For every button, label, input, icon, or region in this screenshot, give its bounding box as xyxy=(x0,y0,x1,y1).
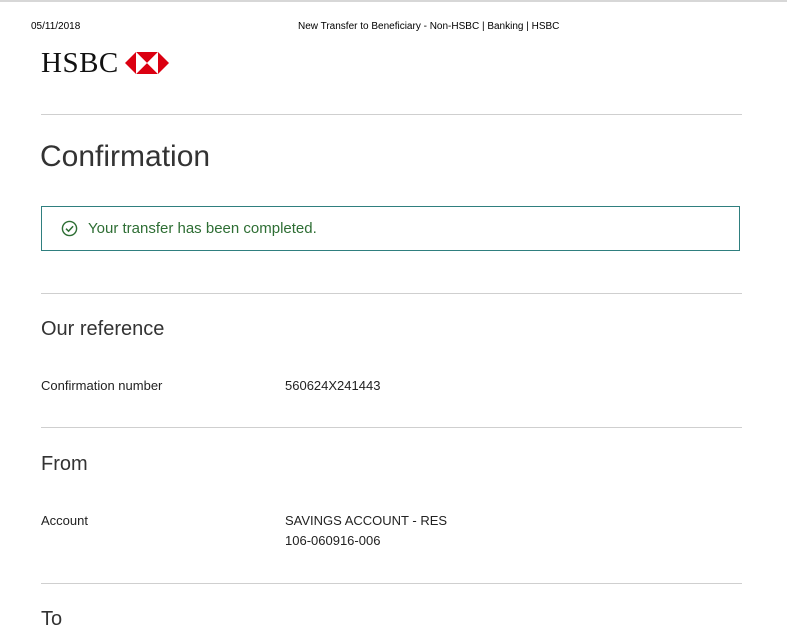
section-heading-reference: Our reference xyxy=(41,318,165,340)
hsbc-hexagon-icon xyxy=(124,52,169,74)
section-heading-from: From xyxy=(41,453,88,475)
confirmation-number-label: Confirmation number xyxy=(41,378,163,393)
from-account-name: SAVINGS ACCOUNT - RES xyxy=(285,513,448,528)
section-divider xyxy=(41,293,742,294)
top-divider xyxy=(0,0,787,2)
hsbc-logo[interactable]: HSBC xyxy=(41,46,169,79)
print-date: 05/11/2018 xyxy=(31,21,81,32)
check-circle-icon xyxy=(61,220,78,237)
confirmation-number-value: 560624X241443 xyxy=(285,378,381,393)
logo-wordmark: HSBC xyxy=(41,46,119,79)
success-notice: Your transfer has been completed. xyxy=(41,206,740,251)
header-divider xyxy=(41,114,742,115)
account-label: Account xyxy=(41,513,88,528)
section-divider xyxy=(41,427,742,428)
page-title: Confirmation xyxy=(40,140,211,173)
success-message: Your transfer has been completed. xyxy=(88,220,317,237)
print-page-title: New Transfer to Beneficiary - Non-HSBC |… xyxy=(298,21,560,32)
from-account-number: 106-060916-006 xyxy=(285,533,381,548)
section-divider xyxy=(41,583,742,584)
section-heading-to: To xyxy=(41,608,63,630)
